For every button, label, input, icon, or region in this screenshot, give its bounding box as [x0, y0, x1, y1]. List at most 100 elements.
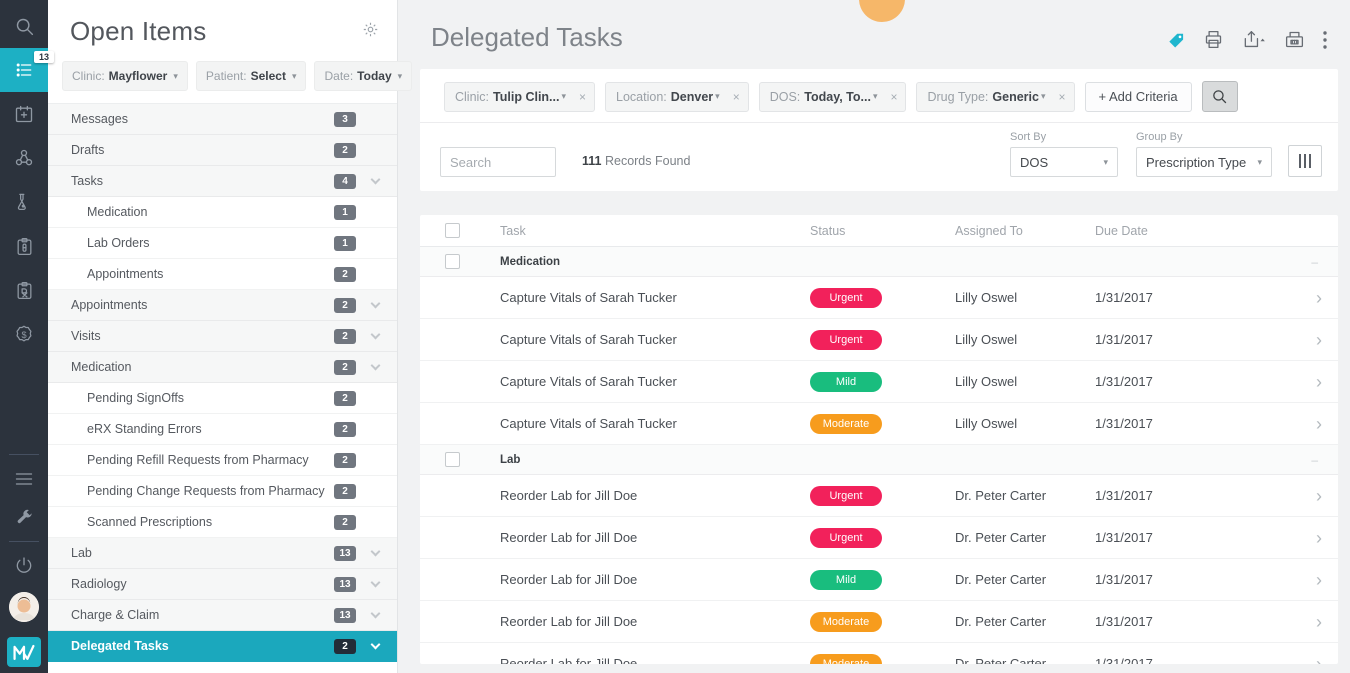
row-chevron-icon[interactable]: ›	[1295, 571, 1338, 589]
group-row[interactable]: Medication–	[420, 247, 1338, 277]
open-items-item[interactable]: Drafts2	[48, 135, 397, 166]
open-items-item[interactable]: Delegated Tasks2	[48, 631, 397, 662]
more-kebab-icon[interactable]	[1322, 30, 1328, 50]
count-badge: 13	[334, 577, 356, 592]
network-icon[interactable]	[0, 136, 48, 180]
open-items-item[interactable]: Scanned Prescriptions2	[48, 507, 397, 538]
open-items-item[interactable]: Charge & Claim13	[48, 600, 397, 631]
group-by-select[interactable]: Prescription Type▾	[1136, 147, 1272, 177]
row-chevron-icon[interactable]: ›	[1295, 289, 1338, 307]
column-header-status: Status	[810, 224, 955, 238]
app-logo[interactable]	[7, 637, 41, 667]
open-items-item[interactable]: Pending SignOffs2	[48, 383, 397, 414]
remove-criteria-icon[interactable]: ×	[1055, 90, 1066, 104]
count-badge: 2	[334, 298, 356, 313]
open-items-icon[interactable]: 13	[0, 48, 48, 92]
open-items-filters: Clinic:Mayflower▾Patient:Select▾Date:Tod…	[48, 57, 397, 104]
panel-filter-dropdown[interactable]: Clinic:Mayflower▾	[62, 61, 188, 91]
panel-filter-dropdown[interactable]: Date:Today▾	[314, 61, 412, 91]
task-row[interactable]: Reorder Lab for Jill DoeModerateDr. Pete…	[420, 601, 1338, 643]
task-name: Capture Vitals of Sarah Tucker	[480, 416, 810, 431]
task-row[interactable]: Reorder Lab for Jill DoeUrgentDr. Peter …	[420, 517, 1338, 559]
lab-flask-icon[interactable]	[0, 180, 48, 224]
power-icon[interactable]	[0, 547, 48, 585]
panel-filter-dropdown[interactable]: Patient:Select▾	[196, 61, 307, 91]
criteria-chip[interactable]: Clinic:Tulip Clin...▾×	[444, 82, 595, 112]
billing-dollar-icon[interactable]: $	[0, 312, 48, 356]
tasks-table: Task Status Assigned To Due Date Medicat…	[420, 215, 1338, 664]
task-name: Reorder Lab for Jill Doe	[480, 614, 810, 629]
fax-icon[interactable]	[1284, 29, 1305, 50]
collapse-group-icon[interactable]: –	[1295, 255, 1338, 269]
row-chevron-icon[interactable]: ›	[1295, 487, 1338, 505]
tag-icon[interactable]	[1166, 30, 1186, 50]
criteria-chip[interactable]: Drug Type:Generic▾×	[916, 82, 1074, 112]
task-row[interactable]: Reorder Lab for Jill DoeUrgentDr. Peter …	[420, 475, 1338, 517]
select-all-checkbox[interactable]	[445, 223, 460, 238]
open-items-item[interactable]: Medication1	[48, 197, 397, 228]
calendar-add-icon[interactable]	[0, 92, 48, 136]
open-items-item[interactable]: eRX Standing Errors2	[48, 414, 397, 445]
apply-search-button[interactable]	[1202, 81, 1238, 112]
status-badge: Urgent	[810, 330, 882, 350]
row-chevron-icon[interactable]: ›	[1295, 529, 1338, 547]
group-checkbox[interactable]	[445, 254, 460, 269]
open-items-count-badge: 13	[34, 51, 54, 63]
open-items-item-label: Visits	[71, 329, 334, 343]
task-name: Reorder Lab for Jill Doe	[480, 488, 810, 503]
criteria-value: Today, To...	[804, 90, 871, 104]
print-icon[interactable]	[1203, 29, 1224, 50]
open-items-item[interactable]: Pending Refill Requests from Pharmacy2	[48, 445, 397, 476]
task-row[interactable]: Capture Vitals of Sarah TuckerModerateLi…	[420, 403, 1338, 445]
row-chevron-icon[interactable]: ›	[1295, 415, 1338, 433]
columns-toggle-button[interactable]	[1288, 145, 1322, 177]
remove-criteria-icon[interactable]: ×	[729, 90, 740, 104]
export-icon[interactable]	[1241, 29, 1267, 50]
criteria-chip[interactable]: Location:Denver▾×	[605, 82, 749, 112]
search-input[interactable]	[440, 147, 556, 177]
task-row[interactable]: Reorder Lab for Jill DoeModerateDr. Pete…	[420, 643, 1338, 664]
row-chevron-icon[interactable]: ›	[1295, 655, 1338, 665]
row-chevron-icon[interactable]: ›	[1295, 613, 1338, 631]
task-name: Reorder Lab for Jill Doe	[480, 572, 810, 587]
user-avatar[interactable]	[9, 592, 39, 622]
remove-criteria-icon[interactable]: ×	[575, 90, 586, 104]
sort-by-select[interactable]: DOS▾	[1010, 147, 1118, 177]
task-row[interactable]: Reorder Lab for Jill DoeMildDr. Peter Ca…	[420, 559, 1338, 601]
open-items-item[interactable]: Medication2	[48, 352, 397, 383]
menu-icon[interactable]	[0, 460, 48, 498]
due-date: 1/31/2017	[1095, 290, 1295, 305]
criteria-chip[interactable]: DOS:Today, To...▾×	[759, 82, 907, 112]
group-row[interactable]: Lab–	[420, 445, 1338, 475]
medication-clipboard-icon[interactable]	[0, 224, 48, 268]
task-row[interactable]: Capture Vitals of Sarah TuckerMildLilly …	[420, 361, 1338, 403]
search-icon[interactable]	[0, 4, 48, 48]
open-items-item[interactable]: Radiology13	[48, 569, 397, 600]
open-items-item[interactable]: Pending Change Requests from Pharmacy2	[48, 476, 397, 507]
open-items-item-label: Messages	[71, 112, 334, 126]
task-row[interactable]: Capture Vitals of Sarah TuckerUrgentLill…	[420, 319, 1338, 361]
settings-gear-icon[interactable]	[362, 21, 379, 43]
tools-wrench-icon[interactable]	[0, 498, 48, 536]
open-items-item[interactable]: Tasks4	[48, 166, 397, 197]
group-checkbox[interactable]	[445, 452, 460, 467]
open-items-item[interactable]: Appointments2	[48, 290, 397, 321]
status-badge: Moderate	[810, 654, 882, 665]
row-chevron-icon[interactable]: ›	[1295, 373, 1338, 391]
open-items-item[interactable]: Messages3	[48, 104, 397, 135]
add-criteria-button[interactable]: + Add Criteria	[1085, 82, 1192, 112]
filter-card: Clinic:Tulip Clin...▾× Location:Denver▾× D…	[420, 69, 1338, 191]
open-items-item[interactable]: Lab Orders1	[48, 228, 397, 259]
collapse-group-icon[interactable]: –	[1295, 453, 1338, 467]
open-items-item[interactable]: Visits2	[48, 321, 397, 352]
open-items-item[interactable]: Appointments2	[48, 259, 397, 290]
task-row[interactable]: Capture Vitals of Sarah TuckerUrgentLill…	[420, 277, 1338, 319]
status-badge: Urgent	[810, 288, 882, 308]
assigned-to: Lilly Oswel	[955, 332, 1095, 347]
status-badge: Urgent	[810, 528, 882, 548]
open-items-item[interactable]: Lab13	[48, 538, 397, 569]
remove-criteria-icon[interactable]: ×	[886, 90, 897, 104]
row-chevron-icon[interactable]: ›	[1295, 331, 1338, 349]
group-by-label: Group By	[1136, 131, 1272, 143]
prescription-clipboard-icon[interactable]	[0, 268, 48, 312]
